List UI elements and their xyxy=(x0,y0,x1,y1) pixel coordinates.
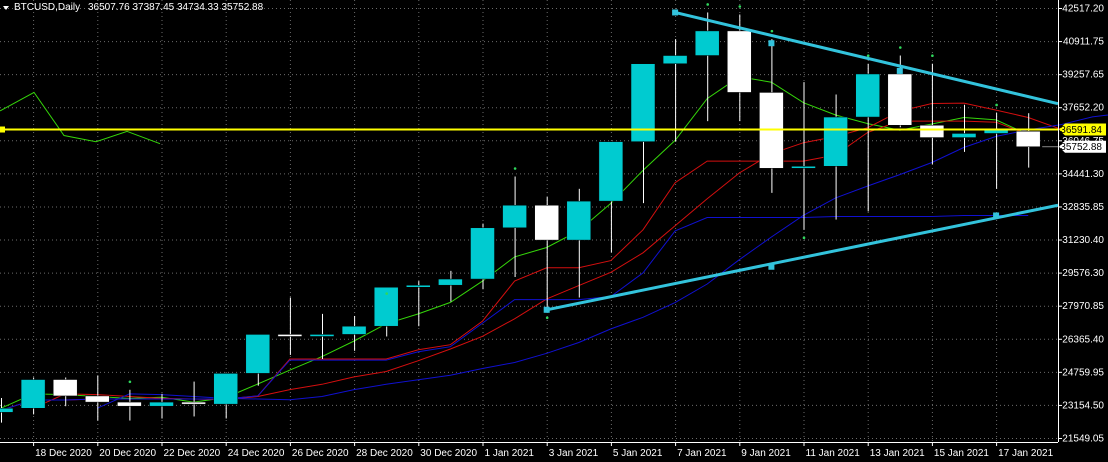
candle-body xyxy=(727,30,752,93)
candle-body xyxy=(1015,130,1041,147)
x-tick-label: 20 Dec 2020 xyxy=(99,448,156,459)
fractal-marker xyxy=(545,316,549,320)
y-tick-label: 37652.20 xyxy=(1062,103,1104,114)
candle-body xyxy=(245,334,271,374)
x-tick-label: 22 Dec 2020 xyxy=(164,448,221,459)
y-tick-label: 21549.05 xyxy=(1062,434,1104,445)
fractal-marker xyxy=(802,236,806,240)
candle-body xyxy=(598,141,624,202)
y-tick-label: 32835.85 xyxy=(1062,202,1104,213)
fractal-marker xyxy=(995,103,998,107)
candle-body xyxy=(791,166,816,169)
y-tick-label: 23154.50 xyxy=(1062,400,1104,411)
y-tick-label: 42517.20 xyxy=(1062,4,1104,15)
x-tick-label: 1 Jan 2021 xyxy=(485,448,535,459)
x-tick-label: 30 Dec 2020 xyxy=(420,448,477,459)
hline-anchor[interactable] xyxy=(0,126,5,133)
trendline-anchor[interactable] xyxy=(768,40,775,47)
x-tick-label: 18 Dec 2020 xyxy=(35,448,92,459)
x-tick-label: 13 Jan 2021 xyxy=(870,448,925,459)
candle-body xyxy=(149,401,174,407)
trendline-anchor[interactable] xyxy=(896,67,903,74)
fractal-marker xyxy=(899,46,902,49)
candle-body xyxy=(20,379,46,409)
fractal-marker xyxy=(513,167,517,170)
candle-body xyxy=(181,401,206,405)
candle-body xyxy=(694,30,720,56)
fractal-marker xyxy=(931,54,934,58)
x-tick-label: 24 Dec 2020 xyxy=(228,448,285,459)
x-tick-label: 5 Jan 2021 xyxy=(613,448,663,459)
candle-body xyxy=(309,334,335,337)
candle-body xyxy=(0,407,14,413)
y-tick-label: 27970.85 xyxy=(1062,301,1104,312)
y-tick-label: 39257.65 xyxy=(1062,70,1104,81)
symbol-label: BTCUSD,Daily xyxy=(14,2,80,13)
candle-body xyxy=(470,227,495,280)
candle-body xyxy=(662,55,688,64)
y-tick-label: 24759.95 xyxy=(1062,367,1104,378)
trendline-anchor[interactable] xyxy=(672,9,679,16)
candle-body xyxy=(85,395,110,403)
x-tick-label: 15 Jan 2021 xyxy=(934,448,989,459)
trendline-anchor[interactable] xyxy=(768,263,775,270)
x-tick-label: 11 Jan 2021 xyxy=(806,448,861,459)
y-tick-label: 34441.30 xyxy=(1062,169,1104,180)
candle-body xyxy=(52,379,78,397)
fractal-marker xyxy=(706,3,709,6)
chart-header: BTCUSD,Daily 36507.76 37387.45 34734.33 … xyxy=(3,2,264,13)
x-tick-label: 28 Dec 2020 xyxy=(356,448,413,459)
candlestick-chart: 42517.2040911.7539257.6537652.2036046.75… xyxy=(0,0,1108,462)
line-price-label-text: 36591.84 xyxy=(1060,125,1102,136)
candle-body xyxy=(277,334,303,337)
candle-body xyxy=(213,373,238,405)
candle-body xyxy=(438,278,463,286)
ohlc-values: 36507.76 37387.45 34734.33 35752.88 xyxy=(88,2,264,13)
fractal-marker xyxy=(385,292,389,295)
candle-body xyxy=(823,116,848,167)
y-tick-label: 29576.30 xyxy=(1062,268,1104,279)
candle-body xyxy=(887,73,913,126)
x-tick-label: 7 Jan 2021 xyxy=(677,448,727,459)
candle-body xyxy=(406,284,431,288)
candle-body xyxy=(566,200,592,241)
y-tick-label: 26365.40 xyxy=(1062,334,1104,345)
candle-body xyxy=(919,124,945,138)
bid-price-label-text: 35752.88 xyxy=(1060,142,1102,153)
fractal-marker xyxy=(738,5,742,8)
x-tick-label: 3 Jan 2021 xyxy=(549,448,599,459)
x-tick-label: 9 Jan 2021 xyxy=(741,448,791,459)
candle-body xyxy=(341,325,367,335)
candle-body xyxy=(534,204,559,241)
trendline-anchor[interactable] xyxy=(543,306,550,313)
trendline-anchor[interactable] xyxy=(993,212,1000,219)
x-tick-label: 26 Dec 2020 xyxy=(292,448,349,459)
candle-body xyxy=(117,401,142,407)
fractal-marker xyxy=(770,29,774,33)
x-tick-label: 17 Jan 2021 xyxy=(998,448,1053,459)
candle-body xyxy=(502,204,527,229)
fractal-marker xyxy=(128,380,132,384)
chart-root: 42517.2040911.7539257.6537652.2036046.75… xyxy=(0,0,1108,462)
candle-body xyxy=(855,73,880,118)
y-tick-label: 31230.40 xyxy=(1062,235,1104,246)
y-tick-label: 40911.75 xyxy=(1063,37,1104,48)
candle-body xyxy=(951,133,977,138)
fractal-marker xyxy=(866,54,870,58)
